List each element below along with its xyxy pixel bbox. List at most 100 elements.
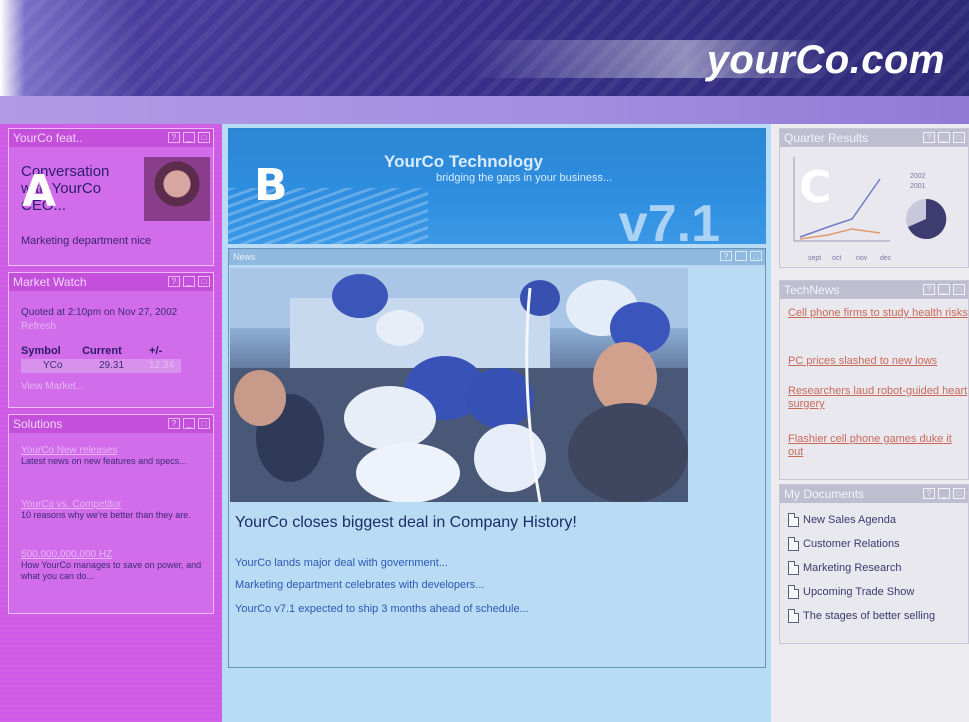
banner-subtitle: bridging the gaps in your business...	[436, 172, 613, 184]
my-documents-title-text: My Documents	[784, 487, 865, 501]
help-icon[interactable]: ?	[923, 488, 935, 499]
news-portlet: News ? _ □ YourCo closes biggest deal in…	[228, 248, 766, 668]
document-label: Upcoming Trade Show	[803, 586, 915, 598]
quote-row[interactable]: YCo 29.31 12.34	[21, 359, 181, 373]
x-label-sept: sept	[808, 255, 822, 262]
technews-link[interactable]: Flashier cell phone games duke it out	[788, 433, 969, 459]
solution-link[interactable]: 500,000,000,000 HZ	[21, 549, 206, 560]
solution-item: YourCo vs. Competitor 10 reasons why we'…	[21, 499, 206, 521]
quarter-results-title-text: Quarter Results	[784, 131, 869, 145]
zone-b-label: B	[254, 160, 288, 211]
news-window-controls: ? _ □	[720, 251, 762, 261]
technews-link[interactable]: Researchers laud robot-guided heart surg…	[788, 385, 969, 411]
my-documents-window-controls: ? _ □	[923, 488, 965, 499]
document-item[interactable]: New Sales Agenda	[788, 513, 896, 529]
zone-a-column: A YourCo feat.. ? _ □ Conversation with …	[0, 124, 222, 722]
news-headline[interactable]: YourCo closes biggest deal in Company Hi…	[235, 514, 577, 532]
my-documents-portlet: My Documents ? _ □ New Sales Agenda Cust…	[779, 484, 969, 644]
zone-a-label: A	[22, 166, 57, 217]
ceo-photo[interactable]	[144, 157, 210, 221]
news-link[interactable]: YourCo lands major deal with government.…	[235, 557, 448, 569]
technews-link[interactable]: Cell phone firms to study health risks	[788, 307, 969, 320]
x-label-nov: nov	[856, 255, 868, 262]
solution-desc: How YourCo manages to save on power, and…	[21, 560, 202, 581]
featured-title: YourCo feat.. ? _ □	[9, 129, 213, 147]
solutions-portlet: Solutions ? _ □ YourCo New releases Late…	[8, 414, 214, 614]
solution-link[interactable]: YourCo New releases	[21, 445, 206, 456]
maximize-icon[interactable]: □	[198, 276, 210, 287]
banner-version: v7.1	[618, 195, 720, 244]
document-icon	[788, 609, 799, 623]
refresh-link[interactable]: Refresh	[21, 321, 56, 332]
technews-window-controls: ? _ □	[923, 284, 965, 295]
document-icon	[788, 561, 799, 575]
maximize-icon[interactable]: □	[198, 132, 210, 143]
celebration-photo[interactable]	[230, 268, 688, 502]
featured-window-controls: ? _ □	[168, 132, 210, 143]
document-icon	[788, 537, 799, 551]
celebration-photo-art	[230, 268, 688, 502]
zone-c-label: C	[799, 162, 832, 213]
product-banner[interactable]: YourCo Technology bridging the gaps in y…	[228, 128, 766, 244]
maximize-icon[interactable]: □	[953, 132, 965, 143]
minimize-icon[interactable]: _	[183, 418, 195, 429]
document-item[interactable]: Marketing Research	[788, 561, 901, 577]
document-item[interactable]: The stages of better selling	[788, 609, 935, 625]
solution-item: 500,000,000,000 HZ How YourCo manages to…	[21, 549, 206, 582]
view-market-link[interactable]: View Market...	[21, 381, 84, 392]
technews-portlet: TechNews ? _ □ Cell phone firms to study…	[779, 280, 969, 480]
document-icon	[788, 513, 799, 527]
site-header: yourCo.com	[0, 0, 969, 124]
document-label: Customer Relations	[803, 538, 900, 550]
news-title: News ? _ □	[229, 249, 765, 265]
x-label-oct: oct	[832, 255, 842, 262]
site-logo[interactable]: yourCo.com	[707, 38, 945, 83]
market-watch-title: Market Watch ? _ □	[9, 273, 213, 291]
maximize-icon[interactable]: □	[750, 251, 762, 261]
solution-desc: 10 reasons why we're better than they ar…	[21, 510, 191, 520]
quote-table-header: Symbol Current +/-	[21, 345, 162, 357]
banner-title: YourCo Technology	[384, 152, 543, 171]
help-icon[interactable]: ?	[168, 418, 180, 429]
solution-desc: Latest news on new features and specs...	[21, 456, 187, 466]
solutions-window-controls: ? _ □	[168, 418, 210, 429]
legend-2002: 2002	[910, 173, 926, 180]
document-item[interactable]: Customer Relations	[788, 537, 900, 553]
solution-item: YourCo New releases Latest news on new f…	[21, 445, 206, 467]
featured-secondary-link[interactable]: Marketing department nice	[21, 235, 151, 247]
quote-change: 12.34	[149, 360, 175, 371]
minimize-icon[interactable]: _	[938, 284, 950, 295]
solution-link[interactable]: YourCo vs. Competitor	[21, 499, 206, 510]
x-label-dec: dec	[880, 255, 892, 262]
news-link[interactable]: YourCo v7.1 expected to ship 3 months ah…	[235, 603, 529, 615]
col-current: Current	[82, 345, 122, 357]
minimize-icon[interactable]: _	[938, 132, 950, 143]
document-item[interactable]: Upcoming Trade Show	[788, 585, 914, 601]
quote-symbol: YCo	[43, 360, 63, 371]
document-icon	[788, 585, 799, 599]
technews-link[interactable]: PC prices slashed to new lows	[788, 355, 969, 368]
zone-c-column: Quarter Results ? _ □ 2002 2001 sept oct…	[771, 124, 969, 722]
news-link[interactable]: Marketing department celebrates with dev…	[235, 579, 484, 591]
series-line-2001	[799, 228, 881, 240]
maximize-icon[interactable]: □	[953, 488, 965, 499]
help-icon[interactable]: ?	[923, 284, 935, 295]
market-watch-window-controls: ? _ □	[168, 276, 210, 287]
news-title-text: News	[233, 252, 256, 262]
help-icon[interactable]: ?	[168, 276, 180, 287]
minimize-icon[interactable]: _	[938, 488, 950, 499]
featured-title-text: YourCo feat..	[13, 131, 83, 145]
quote-timestamp: Quoted at 2:10pm on Nov 27, 2002	[21, 307, 178, 318]
help-icon[interactable]: ?	[720, 251, 732, 261]
minimize-icon[interactable]: _	[183, 276, 195, 287]
help-icon[interactable]: ?	[923, 132, 935, 143]
header-band	[0, 96, 969, 124]
my-documents-title: My Documents ? _ □	[780, 485, 968, 503]
maximize-icon[interactable]: □	[953, 284, 965, 295]
document-label: The stages of better selling	[803, 610, 936, 622]
help-icon[interactable]: ?	[168, 132, 180, 143]
maximize-icon[interactable]: □	[198, 418, 210, 429]
minimize-icon[interactable]: _	[183, 132, 195, 143]
col-symbol: Symbol	[21, 345, 61, 357]
minimize-icon[interactable]: _	[735, 251, 747, 261]
